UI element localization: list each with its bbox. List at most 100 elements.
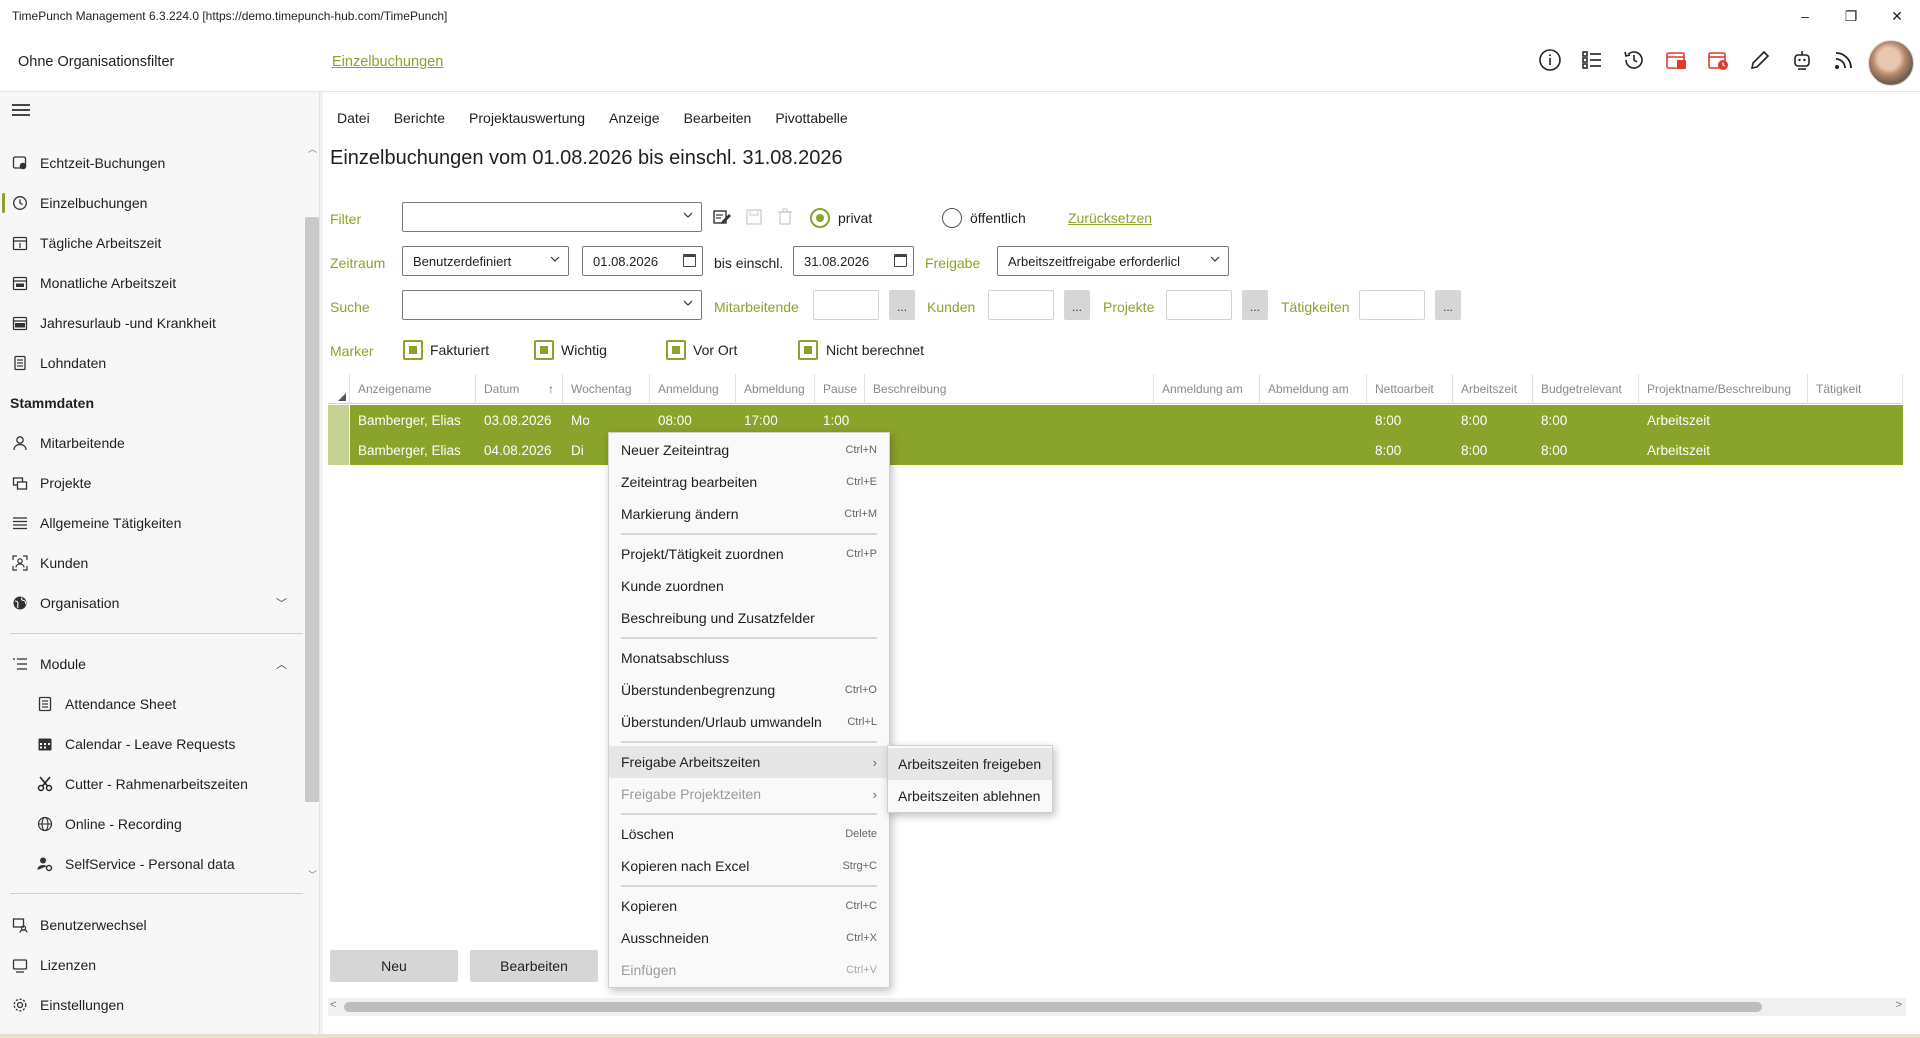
sidebar-item-einzelbuchungen[interactable]: Einzelbuchungen [0,183,305,223]
col-wochentag[interactable]: Wochentag [563,374,650,404]
task-list-icon[interactable] [1576,44,1608,76]
menu-item-neuer-zeiteintrag[interactable]: Neuer Zeiteintrag Ctrl+N [609,434,889,466]
scroll-left-arrow[interactable]: < [330,999,336,1011]
restore-button[interactable]: ❐ [1828,0,1874,32]
scroll-up-arrow[interactable]: ︿ [308,142,317,155]
menu-item-einfuegen[interactable]: Einfügen Ctrl+V [609,954,889,986]
breadcrumb-link[interactable]: Einzelbuchungen [332,54,443,70]
new-button[interactable]: Neu [330,950,458,982]
save-filter-icon[interactable] [743,206,765,228]
sidebar-item-mitarbeitende[interactable]: Mitarbeitende [0,423,305,463]
scroll-right-arrow[interactable]: > [1896,999,1902,1011]
checkbox-nicht-berechnet[interactable] [798,340,818,360]
menu-item-monatsabschluss[interactable]: Monatsabschluss [609,642,889,674]
row-selector[interactable] [328,435,350,465]
calendar-alert-icon[interactable] [1660,44,1692,76]
menu-item-kopieren-excel[interactable]: Kopieren nach Excel Strg+C [609,850,889,882]
menu-item-freigabe-arbeitszeiten[interactable]: Freigabe Arbeitszeiten › [609,746,889,778]
sidebar-item-echtzeit[interactable]: Echtzeit-Buchungen [0,143,305,183]
sidebar-item-projekte[interactable]: Projekte [0,463,305,503]
chevron-up-icon[interactable]: ︿ [276,656,287,672]
col-nettoarbeit[interactable]: Nettoarbeit [1367,374,1453,404]
col-budgetrelevant[interactable]: Budgetrelevant [1533,374,1639,404]
org-filter[interactable]: Ohne Organisationsfilter [18,54,174,70]
select-all-corner[interactable] [328,374,350,404]
menu-berichte[interactable]: Berichte [394,110,445,126]
info-icon[interactable] [1534,44,1566,76]
col-pause[interactable]: Pause [815,374,865,404]
col-anzeigename[interactable]: Anzeigename [350,374,476,404]
menu-datei[interactable]: Datei [337,110,370,126]
table-row[interactable]: Bamberger, Elias 04.08.2026 Di 8:00 8:00… [328,435,1903,465]
edit-filter-icon[interactable] [711,206,733,228]
menu-item-ausschneiden[interactable]: Ausschneiden Ctrl+X [609,922,889,954]
sidebar-item-taegliche[interactable]: Tägliche Arbeitszeit [0,223,305,263]
scrollbar-thumb[interactable] [344,1002,1762,1012]
menu-pivottabelle[interactable]: Pivottabelle [775,110,847,126]
projekte-field[interactable] [1166,290,1232,320]
sidebar-scrollbar[interactable] [305,217,319,802]
taetigkeiten-field[interactable] [1359,290,1425,320]
col-abmeldung-am[interactable]: Abmeldung am [1260,374,1367,404]
sidebar-item-module[interactable]: Module ︿ [0,644,305,684]
menu-item-freigabe-projektzeiten[interactable]: Freigabe Projektzeiten › [609,778,889,810]
col-projektname[interactable]: Projektname/Beschreibung [1639,374,1808,404]
search-dropdown[interactable] [402,290,702,320]
menu-item-projekt-zuordnen[interactable]: Projekt/Tätigkeit zuordnen Ctrl+P [609,538,889,570]
taetigkeiten-picker-button[interactable]: ... [1435,290,1461,320]
horizontal-scrollbar[interactable]: < > [328,998,1906,1016]
sidebar-item-kunden[interactable]: Kunden [0,543,305,583]
row-selector[interactable] [328,405,350,435]
submenu-item-ablehnen[interactable]: Arbeitszeiten ablehnen [888,780,1052,812]
sidebar-item-taetigkeiten[interactable]: Allgemeine Tätigkeiten [0,503,305,543]
filter-dropdown[interactable] [402,202,702,232]
chevron-down-icon[interactable]: ﹀ [276,595,287,611]
reset-link[interactable]: Zurücksetzen [1068,210,1152,226]
robot-icon[interactable] [1786,44,1818,76]
sidebar-item-online[interactable]: Online - Recording [0,804,305,844]
calendar-icon[interactable] [683,254,696,267]
calendar-icon[interactable] [894,254,907,267]
sidebar-item-jahresurlaub[interactable]: Jahresurlaub -und Krankheit [0,303,305,343]
menu-item-kopieren[interactable]: Kopieren Ctrl+C [609,890,889,922]
sidebar-item-cutter[interactable]: Cutter - Rahmenarbeitszeiten [0,764,305,804]
submenu-item-freigeben[interactable]: Arbeitszeiten freigeben [888,748,1052,780]
sidebar-item-selfservice[interactable]: SelfService - Personal data [0,844,305,884]
col-anmeldung[interactable]: Anmeldung [650,374,736,404]
sidebar-item-lizenzen[interactable]: Lizenzen [0,945,305,985]
mitarbeitende-field[interactable] [813,290,879,320]
col-abmeldung[interactable]: Abmeldung [736,374,815,404]
col-arbeitszeit[interactable]: Arbeitszeit [1453,374,1533,404]
menu-item-zeiteintrag-bearbeiten[interactable]: Zeiteintrag bearbeiten Ctrl+E [609,466,889,498]
zeitraum-dropdown[interactable]: Benutzerdefiniert [402,246,569,276]
menu-projektauswertung[interactable]: Projektauswertung [469,110,585,126]
edit-button[interactable]: Bearbeiten [470,950,598,982]
scroll-down-arrow[interactable]: ﹀ [308,868,317,881]
checkbox-vor-ort[interactable] [666,340,686,360]
kunden-field[interactable] [988,290,1054,320]
sidebar-item-attendance[interactable]: Attendance Sheet [0,684,305,724]
sidebar-item-benutzerwechsel[interactable]: Benutzerwechsel [0,905,305,945]
sidebar-item-organisation[interactable]: Organisation ﹀ [0,583,305,623]
date-to-field[interactable]: 31.08.2026 [793,246,914,276]
radio-privat[interactable] [810,208,830,228]
menu-item-loeschen[interactable]: Löschen Delete [609,818,889,850]
history-icon[interactable] [1618,44,1650,76]
menu-item-ueberstunden-umwandeln[interactable]: Überstunden/Urlaub umwandeln Ctrl+L [609,706,889,738]
user-avatar[interactable] [1868,40,1914,86]
radio-oeffentlich[interactable] [942,208,962,228]
menu-item-ueberstundenbegrenzung[interactable]: Überstundenbegrenzung Ctrl+O [609,674,889,706]
calendar-clock-icon[interactable] [1702,44,1734,76]
sidebar-item-calendar[interactable]: Calendar - Leave Requests [0,724,305,764]
mitarbeitende-picker-button[interactable]: ... [889,290,915,320]
col-anmeldung-am[interactable]: Anmeldung am [1154,374,1260,404]
menu-anzeige[interactable]: Anzeige [609,110,660,126]
menu-item-markierung-aendern[interactable]: Markierung ändern Ctrl+M [609,498,889,530]
menu-bearbeiten[interactable]: Bearbeiten [684,110,752,126]
col-datum[interactable]: Datum ↑ [476,374,563,404]
menu-item-kunde-zuordnen[interactable]: Kunde zuordnen [609,570,889,602]
kunden-picker-button[interactable]: ... [1064,290,1090,320]
minimize-button[interactable]: – [1782,0,1828,32]
delete-filter-icon[interactable] [774,206,796,228]
checkbox-wichtig[interactable] [534,340,554,360]
